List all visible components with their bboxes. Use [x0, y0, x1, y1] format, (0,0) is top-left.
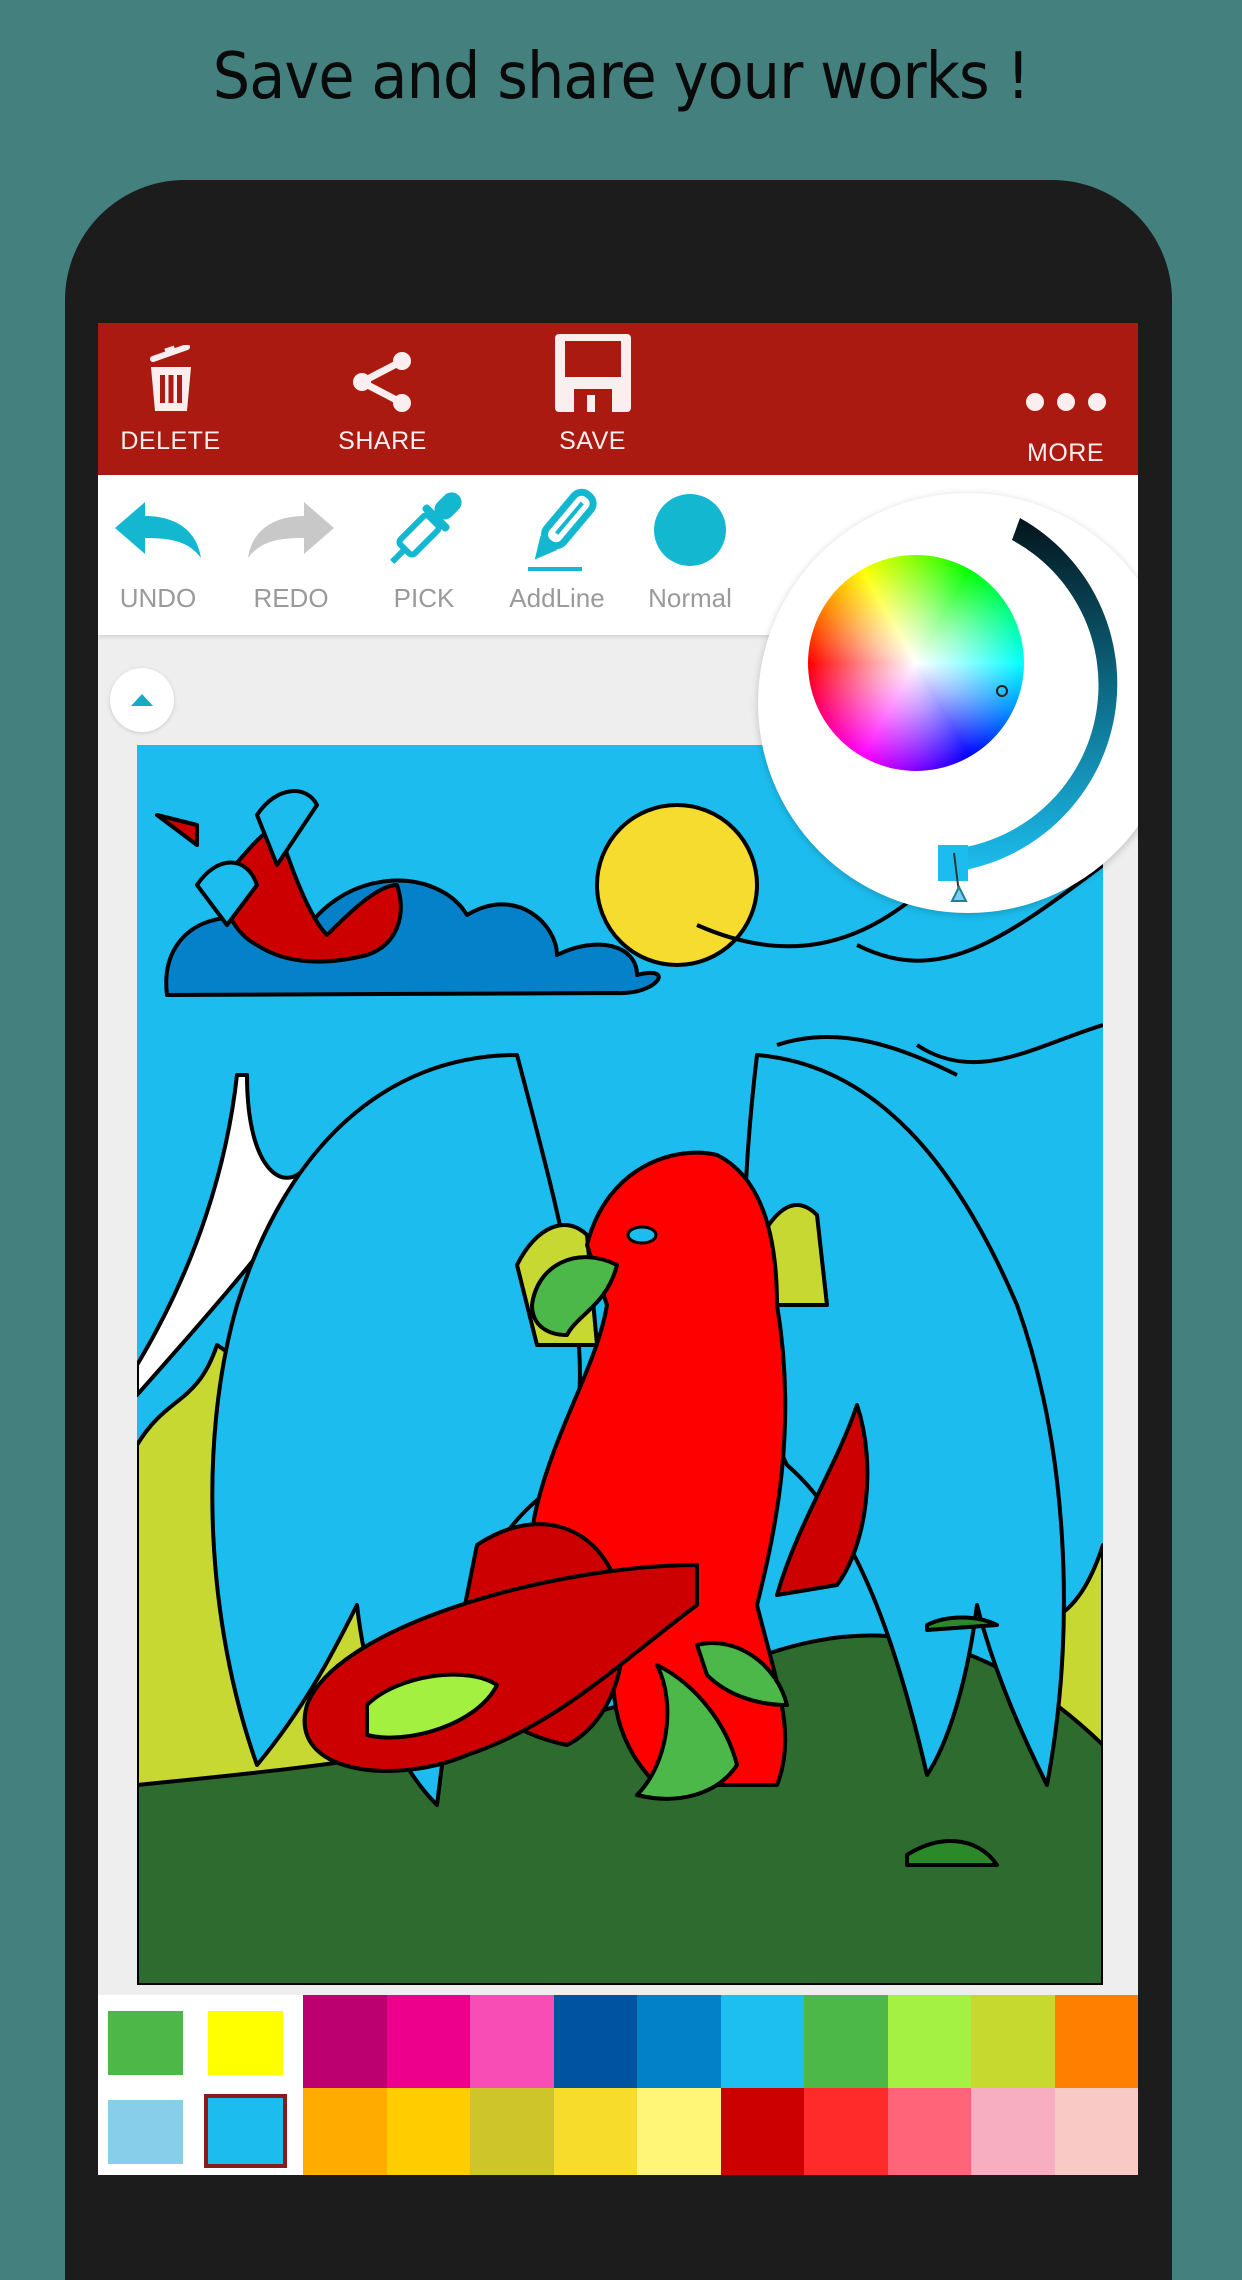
eyedropper-icon	[381, 475, 467, 585]
sun	[595, 803, 759, 967]
pick-button[interactable]: PICK	[364, 475, 484, 635]
redo-label: REDO	[253, 583, 329, 613]
palette-swatch[interactable]	[1054, 1995, 1138, 2088]
addline-button[interactable]: AddLine	[497, 475, 617, 635]
hue-saturation-wheel[interactable]	[808, 555, 1024, 771]
pick-label: PICK	[393, 583, 455, 613]
palette-swatch[interactable]	[303, 2088, 387, 2175]
caret-up-icon	[131, 694, 153, 706]
palette-swatch[interactable]	[971, 2088, 1055, 2175]
palette-swatch[interactable]	[720, 1995, 805, 2088]
recent-color-1[interactable]	[108, 2011, 183, 2075]
palette-swatch[interactable]	[553, 2088, 638, 2175]
palette-swatch[interactable]	[887, 1995, 972, 2088]
save-button[interactable]: SAVE	[520, 323, 665, 475]
palette-swatch[interactable]	[804, 2088, 888, 2175]
palette-swatch[interactable]	[1054, 2088, 1138, 2175]
redo-arrow-icon	[246, 475, 336, 585]
palette-swatch[interactable]	[720, 2088, 805, 2175]
addline-label: AddLine	[509, 583, 605, 613]
brightness-handle[interactable]	[950, 884, 968, 902]
griffin-coloring-page	[137, 789, 1103, 1985]
palette-swatch[interactable]	[804, 1995, 888, 2088]
palette-swatch[interactable]	[303, 1995, 387, 2088]
palette-swatch[interactable]	[637, 1995, 721, 2088]
palette-swatch[interactable]	[553, 1995, 638, 2088]
recent-color-3[interactable]	[108, 2100, 183, 2164]
save-label: SAVE	[559, 427, 626, 455]
drawing-canvas[interactable]	[137, 745, 1103, 1985]
palette-swatch[interactable]	[470, 2088, 554, 2175]
palette-swatch[interactable]	[971, 1995, 1055, 2088]
action-bar: DELETE SHARE SAVE MORE	[98, 323, 1138, 475]
color-picker-popup	[758, 493, 1138, 913]
app-screen: DELETE SHARE SAVE MORE UNDO REDO PICK Ad…	[98, 323, 1138, 2175]
undo-label: UNDO	[119, 583, 197, 613]
palette-swatch[interactable]	[386, 2088, 471, 2175]
pencil-line-icon	[512, 475, 602, 585]
more-button[interactable]: MORE	[993, 323, 1138, 475]
palette-swatch[interactable]	[386, 1995, 471, 2088]
share-icon	[350, 323, 416, 413]
delete-button[interactable]: DELETE	[98, 323, 243, 475]
redo-button[interactable]: REDO	[231, 475, 351, 635]
palette-swatch[interactable]	[470, 1995, 554, 2088]
floppy-disk-icon	[554, 323, 632, 413]
recent-color-2[interactable]	[208, 2011, 283, 2075]
undo-button[interactable]: UNDO	[98, 475, 218, 635]
recent-color-4-selected[interactable]	[204, 2094, 287, 2168]
more-label: MORE	[1027, 439, 1104, 467]
trash-icon	[147, 323, 195, 413]
collapse-toolbar-button[interactable]	[110, 668, 174, 732]
share-button[interactable]: SHARE	[310, 323, 455, 475]
color-palette	[98, 1995, 1138, 2175]
delete-label: DELETE	[120, 427, 221, 455]
brush-mode-button[interactable]: Normal	[630, 475, 750, 635]
share-label: SHARE	[338, 427, 427, 455]
more-dots-icon	[1025, 323, 1107, 425]
brush-mode-label: Normal	[648, 583, 732, 613]
palette-swatch[interactable]	[637, 2088, 721, 2175]
brush-circle-icon	[652, 475, 728, 585]
promo-headline: Save and share your works !	[212, 40, 1030, 114]
undo-arrow-icon	[113, 475, 203, 585]
palette-swatch[interactable]	[887, 2088, 972, 2175]
